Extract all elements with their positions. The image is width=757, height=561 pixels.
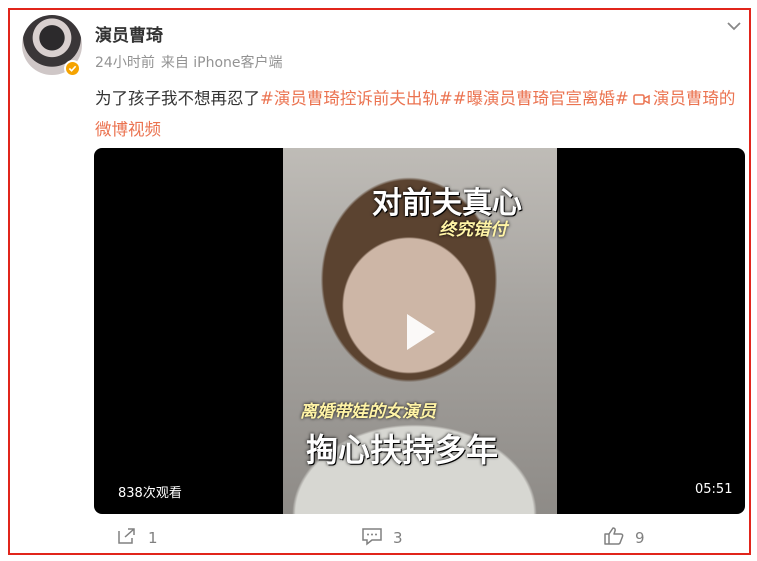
post-text-plain: 为了孩子我不想再忍了 bbox=[95, 89, 260, 108]
video-caption-bottom-small: 离婚带娃的女演员 bbox=[300, 402, 436, 422]
like-button[interactable]: 9 bbox=[603, 526, 645, 550]
video-duration: 05:51 bbox=[695, 482, 733, 497]
video-caption-sub: 终究错付 bbox=[439, 220, 507, 240]
post-text: 为了孩子我不想再忍了#演员曹琦控诉前夫出轨##曝演员曹琦官宣离婚# 演员曹琦的微博… bbox=[95, 84, 747, 144]
repost-button[interactable]: 1 bbox=[116, 526, 158, 550]
like-count: 9 bbox=[635, 529, 645, 547]
video-player[interactable]: 对前夫真心 终究错付 离婚带娃的女演员 掏心扶持多年 838次观看 05:51 bbox=[94, 148, 745, 514]
repost-count: 1 bbox=[148, 529, 158, 547]
hashtag-link[interactable]: #演员曹琦控诉前夫出轨# bbox=[260, 89, 453, 108]
repost-icon bbox=[116, 526, 148, 550]
like-icon bbox=[603, 526, 635, 550]
comment-icon bbox=[361, 526, 393, 550]
video-camera-icon bbox=[633, 86, 650, 115]
comment-button[interactable]: 3 bbox=[361, 526, 403, 550]
verified-badge-icon bbox=[64, 60, 81, 77]
post-time[interactable]: 24小时前 bbox=[95, 55, 155, 71]
play-icon[interactable] bbox=[397, 310, 441, 354]
username[interactable]: 演员曹琦 bbox=[95, 21, 163, 46]
hashtag-link[interactable]: #曝演员曹琦官宣离婚# bbox=[453, 89, 629, 108]
comment-count: 3 bbox=[393, 529, 403, 547]
post-meta: 24小时前 来自 iPhone客户端 bbox=[95, 52, 283, 72]
video-view-count: 838次观看 bbox=[118, 486, 182, 501]
chevron-down-icon[interactable] bbox=[724, 16, 744, 36]
video-caption-bottom-big: 掏心扶持多年 bbox=[306, 431, 499, 469]
post-source: 来自 iPhone客户端 bbox=[160, 55, 283, 71]
